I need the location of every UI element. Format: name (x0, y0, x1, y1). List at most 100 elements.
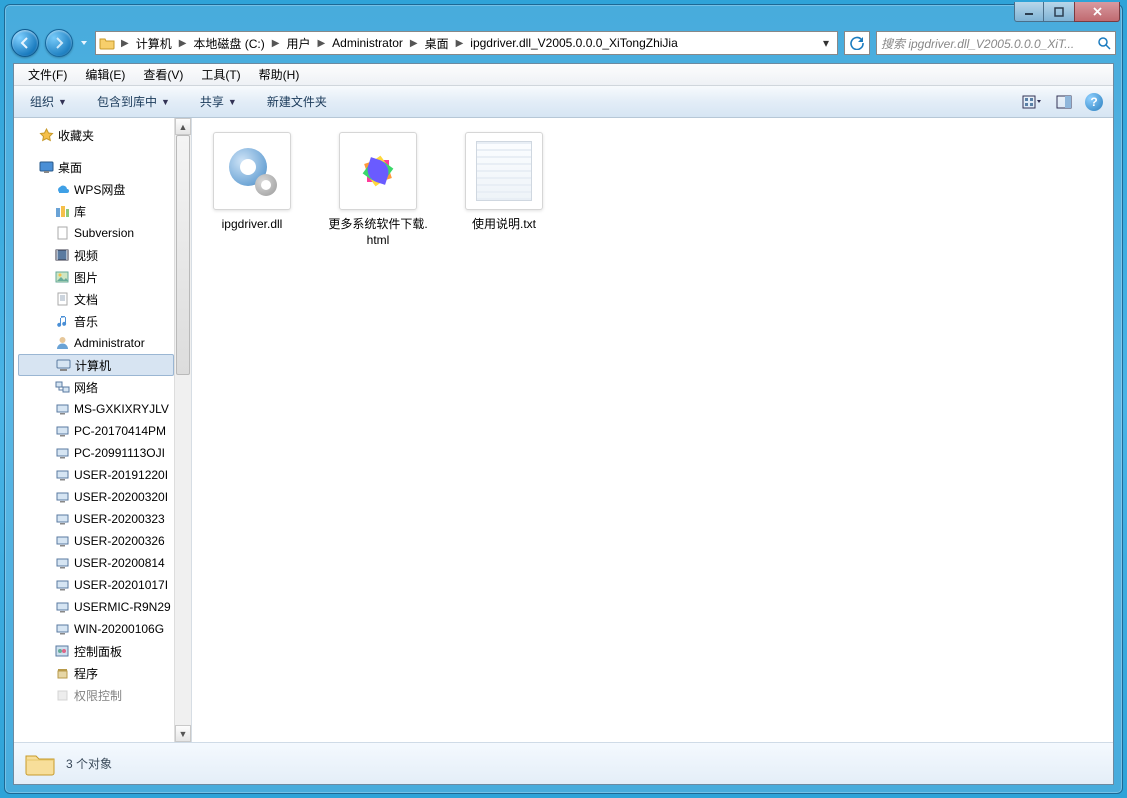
breadcrumb-current-folder[interactable]: ipgdriver.dll_V2005.0.0.0_XiTongZhiJia (466, 32, 681, 54)
star-icon (38, 127, 54, 143)
computer-icon (54, 577, 70, 593)
breadcrumb-drive-c[interactable]: 本地磁盘 (C:) (189, 32, 268, 54)
back-button[interactable] (11, 29, 39, 57)
sidebar-desktop[interactable]: 桌面 (18, 156, 174, 178)
sidebar-programs[interactable]: 程序 (18, 662, 174, 684)
sidebar-favorites-label: 收藏夹 (58, 127, 94, 144)
sidebar-computer[interactable]: 计算机 (18, 354, 174, 376)
preview-pane-button[interactable] (1053, 91, 1075, 113)
sidebar-lib-pictures[interactable]: 图片 (18, 266, 174, 288)
breadcrumb-administrator[interactable]: Administrator (328, 32, 407, 54)
sidebar-lib-videos[interactable]: 视频 (18, 244, 174, 266)
toolbar-include-in-library[interactable]: 包含到库中 ▼ (91, 90, 176, 113)
sidebar-net-pc[interactable]: USER-20200323 (18, 508, 174, 530)
sidebar-wps-label: WPS网盘 (74, 181, 125, 198)
search-icon[interactable] (1098, 37, 1111, 50)
sidebar-wps[interactable]: WPS网盘 (18, 178, 174, 200)
nav-history-dropdown[interactable] (79, 36, 89, 50)
sidebar-lib-music[interactable]: 音乐 (18, 310, 174, 332)
menu-edit[interactable]: 编辑(E) (77, 64, 133, 85)
document-icon (54, 291, 70, 307)
sidebar-favorites[interactable]: 收藏夹 (18, 124, 174, 146)
sidebar-libraries[interactable]: 库 (18, 200, 174, 222)
status-text: 3 个对象 (66, 755, 112, 772)
sidebar-net-pc[interactable]: PC-20170414PM (18, 420, 174, 442)
forward-button[interactable] (45, 29, 73, 57)
txt-file-icon (465, 132, 543, 210)
file-label: 更多系统软件下载.html (328, 216, 428, 248)
computer-icon (54, 599, 70, 615)
sidebar-net-pc[interactable]: USER-20191220I (18, 464, 174, 486)
titlebar[interactable] (5, 5, 1122, 27)
folder-icon (24, 750, 56, 778)
window-minimize-button[interactable] (1014, 2, 1044, 22)
menu-view[interactable]: 查看(V) (135, 64, 191, 85)
sidebar-net-pc[interactable]: USER-20201017I (18, 574, 174, 596)
file-item-dll[interactable]: ipgdriver.dll (202, 132, 302, 232)
computer-icon (54, 555, 70, 571)
scroll-track[interactable] (175, 135, 191, 725)
sidebar-lib-documents[interactable]: 文档 (18, 288, 174, 310)
change-view-button[interactable] (1021, 91, 1043, 113)
sidebar-net-pc[interactable]: USER-20200326 (18, 530, 174, 552)
window-maximize-button[interactable] (1044, 2, 1074, 22)
menu-help[interactable]: 帮助(H) (251, 64, 308, 85)
sidebar-libraries-label: 库 (74, 203, 86, 220)
scroll-down-button[interactable]: ▼ (175, 725, 191, 742)
sidebar-administrator[interactable]: Administrator (18, 332, 174, 354)
file-item-html[interactable]: 更多系统软件下载.html (328, 132, 428, 248)
chevron-right-icon[interactable]: ▶ (453, 38, 467, 49)
search-input[interactable]: 搜索 ipgdriver.dll_V2005.0.0.0_XiT... (876, 31, 1116, 55)
chevron-down-icon: ▼ (161, 97, 170, 107)
toolbar-new-folder[interactable]: 新建文件夹 (261, 90, 333, 113)
chevron-down-icon: ▼ (58, 97, 67, 107)
address-dropdown[interactable]: ▾ (817, 36, 835, 50)
html-file-icon (339, 132, 417, 210)
document-icon (54, 225, 70, 241)
file-item-txt[interactable]: 使用说明.txt (454, 132, 554, 232)
breadcrumb-computer[interactable]: 计算机 (132, 32, 176, 54)
sidebar-desktop-label: 桌面 (58, 159, 82, 176)
sidebar-net-pc[interactable]: USER-20200320I (18, 486, 174, 508)
chevron-right-icon[interactable]: ▶ (407, 38, 421, 49)
scroll-up-button[interactable]: ▲ (175, 118, 191, 135)
dll-file-icon (213, 132, 291, 210)
toolbar-organize[interactable]: 组织 ▼ (24, 90, 73, 113)
scroll-thumb[interactable] (176, 135, 190, 375)
sidebar-net-pc[interactable]: MS-GXKIXRYJLV (18, 398, 174, 420)
sidebar-net-pc[interactable]: USERMIC-R9N29 (18, 596, 174, 618)
file-list-view[interactable]: ipgdriver.dll 更多系统软件下载.html (192, 118, 1113, 742)
chevron-right-icon[interactable]: ▶ (176, 38, 190, 49)
desktop-icon (38, 159, 54, 175)
window-close-button[interactable] (1074, 2, 1120, 22)
menu-file[interactable]: 文件(F) (20, 64, 75, 85)
help-button[interactable]: ? (1085, 93, 1103, 111)
sidebar-net-pc[interactable]: USER-20200814 (18, 552, 174, 574)
toolbar-share[interactable]: 共享 ▼ (194, 90, 243, 113)
sidebar-control-panel[interactable]: 控制面板 (18, 640, 174, 662)
menu-tools[interactable]: 工具(T) (193, 64, 248, 85)
address-bar[interactable]: ▶ 计算机 ▶ 本地磁盘 (C:) ▶ 用户 ▶ Administrator ▶… (95, 31, 838, 55)
sidebar-net-pc[interactable]: PC-20991113OJI (18, 442, 174, 464)
breadcrumb-desktop[interactable]: 桌面 (421, 32, 453, 54)
chevron-right-icon[interactable]: ▶ (118, 38, 132, 49)
refresh-button[interactable] (844, 31, 870, 55)
programs-icon (54, 665, 70, 681)
generic-icon (54, 687, 70, 703)
music-icon (54, 313, 70, 329)
cloud-icon (54, 181, 70, 197)
window-frame: ▶ 计算机 ▶ 本地磁盘 (C:) ▶ 用户 ▶ Administrator ▶… (4, 4, 1123, 794)
toolbar-newfolder-label: 新建文件夹 (267, 93, 327, 110)
chevron-right-icon[interactable]: ▶ (314, 38, 328, 49)
file-label: 使用说明.txt (454, 216, 554, 232)
sidebar-scrollbar[interactable]: ▲ ▼ (174, 118, 191, 742)
computer-icon (54, 445, 70, 461)
breadcrumb-users[interactable]: 用户 (282, 32, 314, 54)
sidebar-clipped-item[interactable]: 权限控制 (18, 684, 174, 706)
sidebar-network[interactable]: 网络 (18, 376, 174, 398)
chevron-down-icon: ▼ (228, 97, 237, 107)
sidebar-net-pc[interactable]: WIN-20200106G (18, 618, 174, 640)
chevron-right-icon[interactable]: ▶ (269, 38, 283, 49)
sidebar-lib-subversion[interactable]: Subversion (18, 222, 174, 244)
computer-icon (54, 467, 70, 483)
